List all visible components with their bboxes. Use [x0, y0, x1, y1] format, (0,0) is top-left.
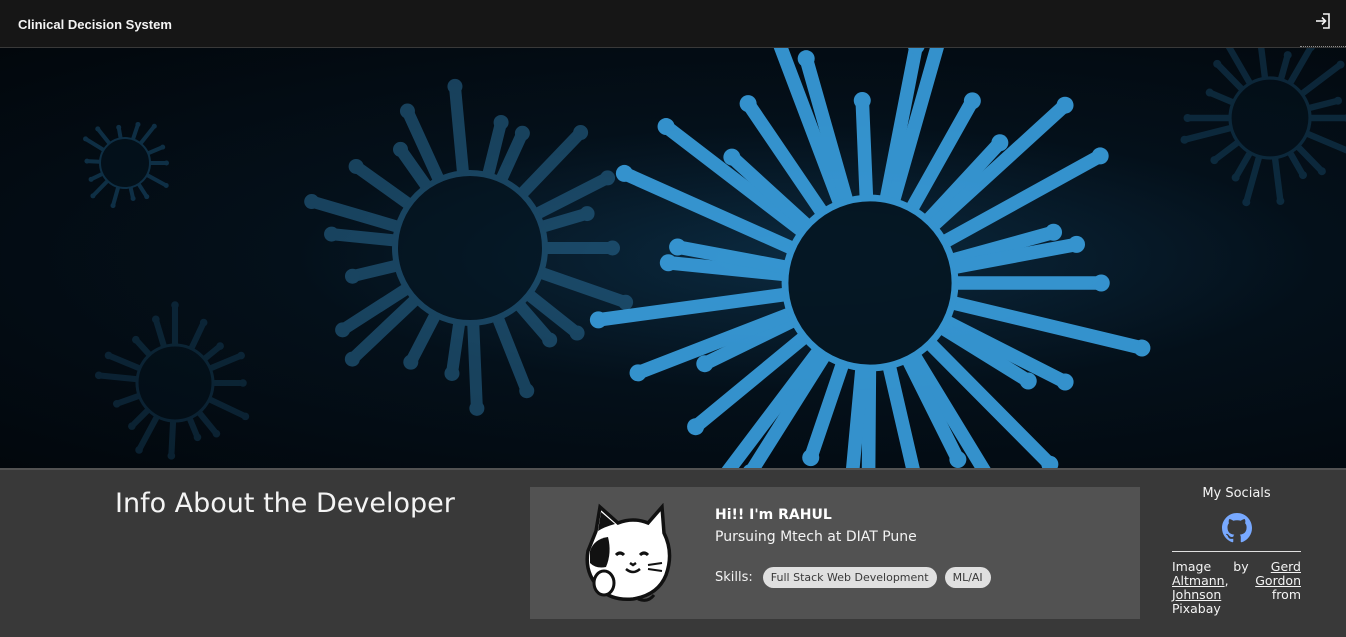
skill-tag: Full Stack Web Development [762, 567, 937, 588]
bg-virus-bottom-left [94, 301, 250, 460]
credit-separator: , [1224, 573, 1229, 588]
virus-illustration [83, 48, 1346, 468]
login-button[interactable] [1300, 0, 1346, 47]
image-credit: Image by Gerd Altmann, Gordon Johnson fr… [1172, 560, 1301, 616]
developer-info-section: Info About the Developer Hi!! I'm RAHUL … [0, 468, 1346, 637]
login-icon [1316, 13, 1330, 29]
developer-card: Hi!! I'm RAHUL Pursuing Mtech at DIAT Pu… [530, 487, 1140, 619]
skills-row: Skills: Full Stack Web Development ML/AI [715, 567, 991, 588]
developer-subtitle: Pursuing Mtech at DIAT Pune [715, 529, 917, 545]
socials-panel: My Socials Image by Gerd Altmann, Gordon… [1172, 486, 1301, 616]
cat-avatar-icon [585, 503, 672, 602]
socials-title: My Socials [1202, 486, 1271, 501]
app-title[interactable]: Clinical Decision System [18, 17, 172, 32]
github-icon[interactable] [1221, 513, 1252, 543]
bg-virus-top-right [1180, 48, 1346, 207]
bg-virus-mid [304, 78, 634, 416]
app-header: Clinical Decision System [0, 0, 1346, 48]
developer-greeting: Hi!! I'm RAHUL [715, 507, 832, 523]
credit-prefix: Image by [1172, 559, 1249, 574]
info-heading: Info About the Developer [115, 488, 455, 519]
skill-tag: ML/AI [944, 567, 991, 588]
main-virus [589, 48, 1151, 468]
skills-label: Skills: [715, 570, 753, 585]
hero-image [0, 48, 1346, 468]
bg-virus-small [83, 121, 169, 209]
socials-divider [1172, 551, 1301, 552]
